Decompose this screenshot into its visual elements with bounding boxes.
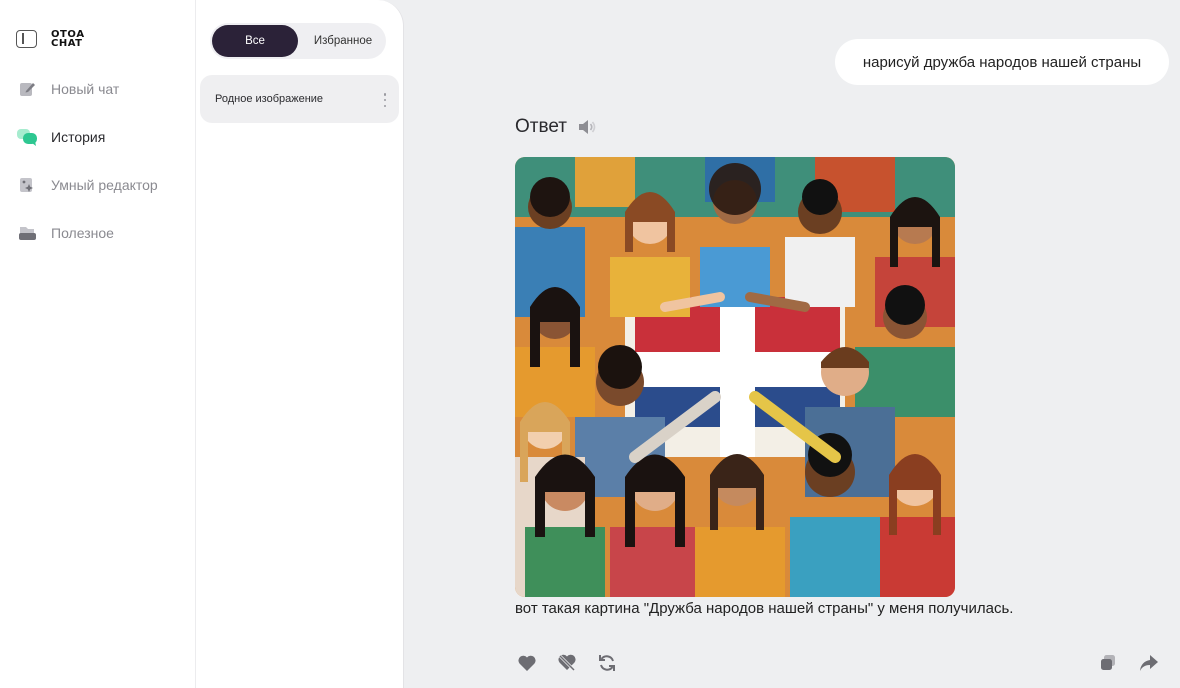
history-panel: Все Избранное Родное изображение (197, 0, 403, 688)
nav-sidebar: ОТОА CHAT Новый чат История Умный редакт… (0, 0, 196, 688)
nav-label: История (51, 129, 106, 145)
user-message: нарисуй дружба народов нашей страны (835, 39, 1169, 85)
chat-bubbles-icon (16, 126, 38, 148)
regenerate-icon[interactable] (596, 652, 618, 674)
nav-smart-editor[interactable]: Умный редактор (16, 174, 158, 196)
left-panel: ОТОА CHAT Новый чат История Умный редакт… (0, 0, 404, 688)
history-item[interactable]: Родное изображение (200, 75, 399, 123)
smart-editor-icon (16, 174, 38, 196)
nav-label: Полезное (51, 225, 114, 241)
answer-header: Ответ (515, 116, 597, 138)
more-options-icon[interactable] (383, 93, 387, 107)
copy-icon[interactable] (1097, 652, 1119, 674)
history-item-title: Родное изображение (215, 93, 324, 105)
logo-row: ОТОА CHAT (16, 30, 85, 48)
answer-text: вот такая картина "Дружба народов нашей … (515, 600, 1014, 617)
dislike-icon[interactable] (556, 652, 578, 674)
answer-title: Ответ (515, 116, 567, 137)
toolbox-icon (16, 222, 38, 244)
nav-label: Новый чат (51, 81, 120, 97)
pencil-icon (16, 78, 38, 100)
sidebar-toggle-icon[interactable] (16, 30, 37, 48)
history-filter: Все Избранное (210, 23, 386, 59)
speaker-icon[interactable] (577, 119, 597, 135)
filter-favorites-button[interactable]: Избранное (302, 25, 384, 57)
nav-new-chat[interactable]: Новый чат (16, 78, 119, 100)
share-icon[interactable] (1138, 652, 1160, 674)
nav-useful[interactable]: Полезное (16, 222, 114, 244)
generated-image-illustration (515, 157, 955, 597)
heart-icon[interactable] (516, 652, 538, 674)
nav-history[interactable]: История (16, 126, 105, 148)
nav-label: Умный редактор (51, 177, 158, 193)
generated-image[interactable] (515, 157, 955, 597)
filter-all-button[interactable]: Все (212, 25, 298, 57)
app-logo[interactable]: ОТОА CHAT (51, 30, 85, 49)
